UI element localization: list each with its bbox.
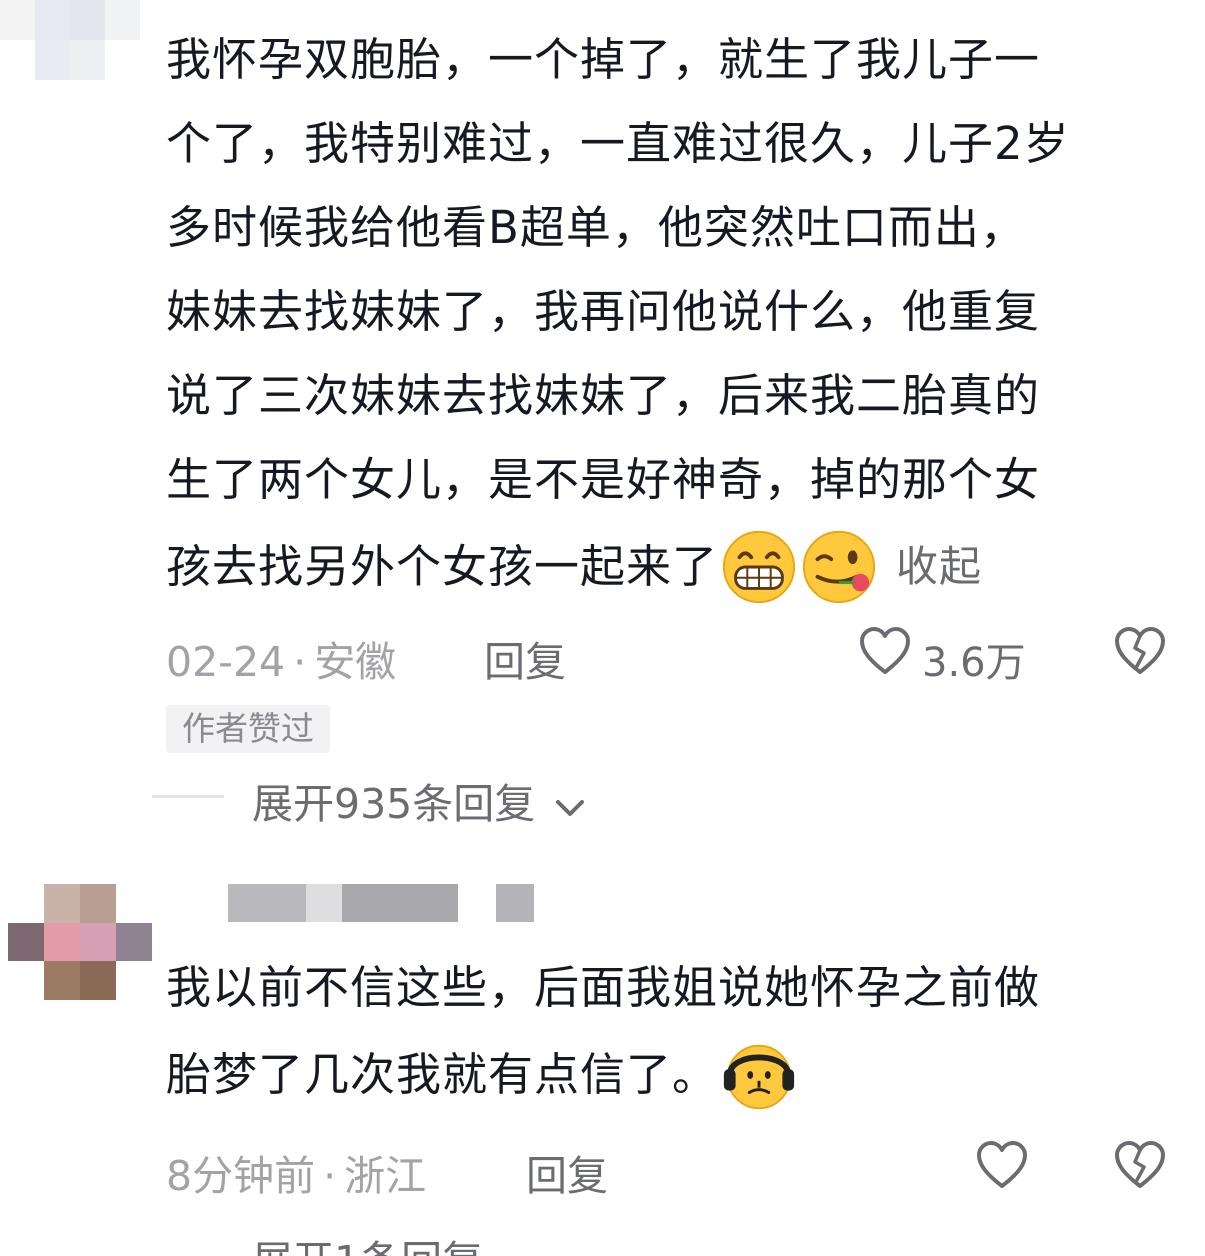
- comment-line: 个了，我特别难过，一直难过很久，儿子2岁: [166, 117, 1070, 170]
- username-redacted[interactable]: [342, 884, 458, 922]
- heart-icon: [860, 627, 910, 674]
- comment-time: 8分钟前: [166, 1152, 316, 1200]
- comment-meta: 8分钟前 · 浙江: [166, 1142, 426, 1202]
- comment-line: 孩去找另外个女孩一起来了: [166, 540, 719, 593]
- username-redacted[interactable]: [496, 884, 534, 922]
- like-button[interactable]: [858, 626, 914, 678]
- heart-icon: [977, 1141, 1027, 1188]
- author-liked-badge: 作者赞过: [166, 705, 330, 753]
- expand-replies-partial[interactable]: 展开1条回复: [252, 1234, 483, 1256]
- comment-body: 我怀孕双胞胎，一个掉了，就生了我儿子一 个了，我特别难过，一直难过很久，儿子2岁…: [166, 18, 1176, 609]
- comment-line: 我以前不信这些，后面我姐说她怀孕之前做: [166, 961, 1041, 1014]
- comment-line: 多时候我给他看B超单，他突然吐口而出，: [166, 201, 1026, 254]
- dislike-button[interactable]: [1113, 626, 1169, 678]
- broken-heart-icon: [1115, 627, 1165, 674]
- comment-body: 我以前不信这些，后面我姐说她怀孕之前做 胎梦了几次我就有点信了。: [166, 946, 1176, 1117]
- comment-last-line: 孩去找另外个女孩一起来了 收起: [166, 522, 1176, 609]
- broken-heart-icon: [1115, 1141, 1165, 1188]
- comment-date: 02-24: [166, 638, 286, 686]
- meta-separator: ·: [293, 638, 307, 686]
- like-button[interactable]: [975, 1140, 1031, 1192]
- reply-button[interactable]: 回复: [526, 1142, 608, 1202]
- expand-replies-label: 展开935条回复: [252, 780, 536, 828]
- username-redacted[interactable]: [306, 884, 342, 922]
- grinning-teeth-emoji: [722, 530, 796, 604]
- like-count: 3.6万: [922, 640, 1026, 686]
- comment-line: 生了两个女儿，是不是好神奇，掉的那个女: [166, 453, 1041, 506]
- chevron-down-icon: [556, 800, 585, 816]
- comment-line: 胎梦了几次我就有点信了。: [166, 1048, 719, 1101]
- reply-button[interactable]: 回复: [484, 628, 566, 688]
- avatar[interactable]: [8, 884, 152, 1000]
- comment-last-line: 胎梦了几次我就有点信了。: [166, 1030, 1176, 1117]
- wink-rose-emoji: [802, 530, 876, 604]
- avatar[interactable]: [0, 0, 140, 80]
- comment-location: 安徽: [314, 638, 397, 686]
- comment-meta: 02-24 · 安徽: [166, 628, 396, 688]
- expand-replies-label: 展开1条回复: [252, 1234, 483, 1256]
- comment-line: 说了三次妹妹去找妹妹了，后来我二胎真的: [166, 369, 1041, 422]
- headphones-frown-emoji: [723, 1044, 795, 1110]
- dislike-button[interactable]: [1113, 1140, 1169, 1192]
- comment-line: 妹妹去找妹妹了，我再问他说什么，他重复: [166, 285, 1041, 338]
- comment-location: 浙江: [344, 1152, 427, 1200]
- username-redacted[interactable]: [228, 884, 306, 922]
- collapse-button[interactable]: 收起: [896, 542, 982, 591]
- divider: [152, 795, 224, 798]
- comment-line: 我怀孕双胞胎，一个掉了，就生了我儿子一: [166, 33, 1041, 86]
- meta-separator: ·: [323, 1152, 337, 1200]
